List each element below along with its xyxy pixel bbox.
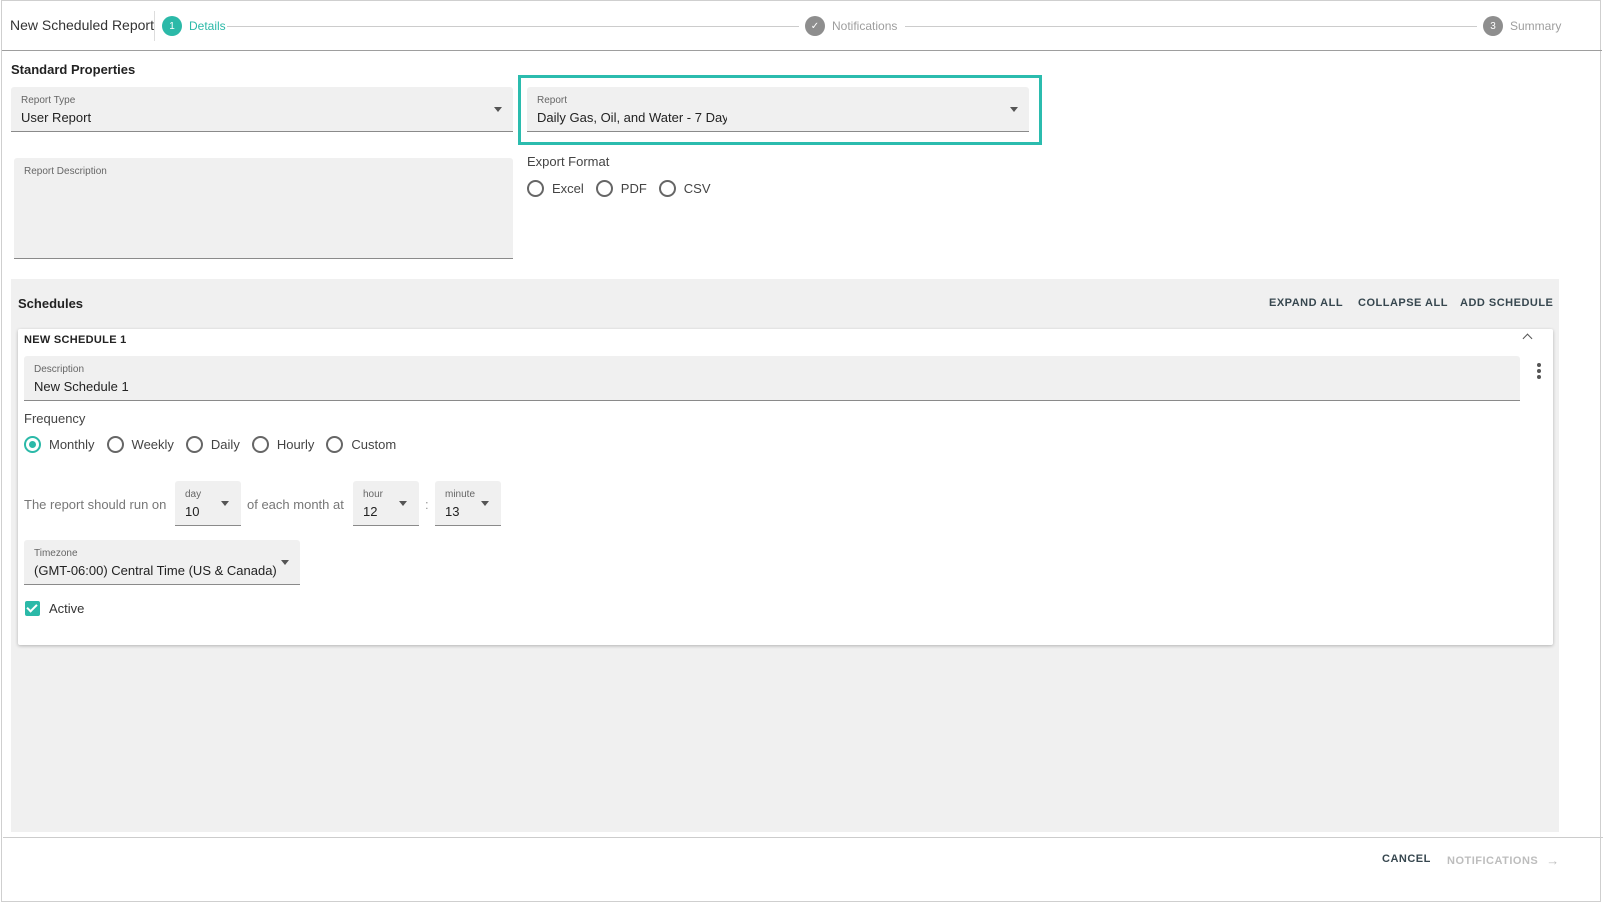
frequency-label: Frequency xyxy=(24,411,86,426)
highlight-box xyxy=(518,75,1042,145)
page-title: New Scheduled Report xyxy=(10,17,154,33)
minute-label: minute xyxy=(445,489,476,500)
step-label-notifications: Notifications xyxy=(832,19,898,33)
radio-icon[interactable] xyxy=(326,436,344,453)
step-notifications[interactable]: ✓ Notifications xyxy=(805,16,897,36)
hour-select[interactable]: hour 12 xyxy=(353,481,419,526)
frequency-monthly[interactable]: Monthly xyxy=(24,436,95,453)
export-option-csv[interactable]: CSV xyxy=(658,180,711,197)
add-schedule-button[interactable]: ADD SCHEDULE xyxy=(1460,297,1553,309)
standard-properties-title: Standard Properties xyxy=(11,62,136,77)
step-number-1: 1 xyxy=(162,16,182,36)
active-checkbox[interactable] xyxy=(25,601,40,616)
dropdown-arrow-icon xyxy=(494,107,502,112)
check-icon: ✓ xyxy=(805,16,825,36)
frequency-option-label: Daily xyxy=(210,437,240,452)
export-option-label: Excel xyxy=(552,181,584,196)
dropdown-arrow-icon xyxy=(399,501,407,506)
report-type-select[interactable]: Report Type User Report xyxy=(11,87,513,132)
schedule-description-value: New Schedule 1 xyxy=(34,379,129,394)
schedule-card: NEW SCHEDULE 1 Description New Schedule … xyxy=(18,329,1553,645)
run-text-middle: of each month at xyxy=(247,497,344,512)
day-value: 10 xyxy=(185,504,200,519)
dropdown-arrow-icon xyxy=(481,501,489,506)
radio-icon[interactable] xyxy=(106,436,124,453)
radio-checked-icon[interactable] xyxy=(24,436,41,453)
frequency-group: Monthly Weekly Daily Hourly Custom xyxy=(24,436,408,453)
report-type-value: User Report xyxy=(21,110,92,125)
frequency-option-label: Custom xyxy=(351,437,397,452)
schedules-panel: Schedules EXPAND ALL COLLAPSE ALL ADD SC… xyxy=(11,279,1559,832)
next-notifications-button[interactable]: NOTIFICATIONS → xyxy=(1447,853,1560,868)
step-label-details: Details xyxy=(189,19,226,33)
schedule-description-field[interactable]: Description New Schedule 1 xyxy=(24,356,1520,401)
schedule-description-label: Description xyxy=(34,364,85,375)
export-option-excel[interactable]: Excel xyxy=(527,180,584,197)
run-text-prefix: The report should run on xyxy=(24,497,167,512)
frequency-daily[interactable]: Daily xyxy=(185,436,240,453)
active-label: Active xyxy=(49,601,85,616)
next-button-label: NOTIFICATIONS xyxy=(1447,854,1539,867)
more-vert-icon[interactable] xyxy=(1537,363,1541,379)
step-label-summary: Summary xyxy=(1510,19,1562,33)
radio-icon[interactable] xyxy=(185,436,203,453)
export-option-label: PDF xyxy=(620,181,647,196)
step-connector xyxy=(905,26,1477,27)
radio-icon[interactable] xyxy=(658,180,676,197)
step-details[interactable]: 1 Details xyxy=(162,16,226,36)
report-description-field[interactable]: Report Description xyxy=(14,158,513,259)
report-type-label: Report Type xyxy=(21,95,76,106)
frequency-hourly[interactable]: Hourly xyxy=(251,436,315,453)
arrow-right-icon: → xyxy=(1546,853,1560,868)
header-divider xyxy=(154,11,155,41)
step-number-3: 3 xyxy=(1483,16,1503,36)
header: New Scheduled Report 1 Details ✓ Notific… xyxy=(2,1,1602,51)
frequency-option-label: Weekly xyxy=(131,437,174,452)
frequency-custom[interactable]: Custom xyxy=(326,436,396,453)
frequency-weekly[interactable]: Weekly xyxy=(106,436,174,453)
minute-select[interactable]: minute 13 xyxy=(435,481,501,526)
report-description-label: Report Description xyxy=(24,166,107,177)
radio-icon[interactable] xyxy=(251,436,269,453)
export-format-label: Export Format xyxy=(527,154,610,169)
step-summary[interactable]: 3 Summary xyxy=(1483,16,1561,36)
export-option-label: CSV xyxy=(683,181,711,196)
minute-value: 13 xyxy=(445,504,460,519)
time-separator: : xyxy=(425,497,429,512)
timezone-select[interactable]: Timezone (GMT-06:00) Central Time (US & … xyxy=(24,540,300,585)
hour-value: 12 xyxy=(363,504,378,519)
dropdown-arrow-icon xyxy=(221,501,229,506)
radio-icon[interactable] xyxy=(527,180,544,197)
day-select[interactable]: day 10 xyxy=(175,481,241,526)
expand-all-button[interactable]: EXPAND ALL xyxy=(1269,297,1343,309)
radio-icon[interactable] xyxy=(595,180,613,197)
dropdown-arrow-icon xyxy=(281,560,289,565)
frequency-option-label: Hourly xyxy=(276,437,315,452)
day-label: day xyxy=(185,489,202,500)
chevron-up-icon[interactable] xyxy=(1522,333,1533,344)
export-option-pdf[interactable]: PDF xyxy=(595,180,647,197)
dialog: New Scheduled Report 1 Details ✓ Notific… xyxy=(1,0,1603,902)
hour-label: hour xyxy=(363,489,384,500)
cancel-button[interactable]: CANCEL xyxy=(1382,853,1431,865)
schedule-title: NEW SCHEDULE 1 xyxy=(24,334,127,346)
export-format-group: Excel PDF CSV xyxy=(527,180,723,197)
timezone-value: (GMT-06:00) Central Time (US & Canada) xyxy=(34,563,277,578)
timezone-label: Timezone xyxy=(34,548,78,559)
step-connector xyxy=(227,26,799,27)
collapse-all-button[interactable]: COLLAPSE ALL xyxy=(1358,297,1448,309)
frequency-option-label: Monthly xyxy=(49,437,95,452)
schedules-title: Schedules xyxy=(18,296,84,311)
footer-divider xyxy=(3,837,1603,838)
